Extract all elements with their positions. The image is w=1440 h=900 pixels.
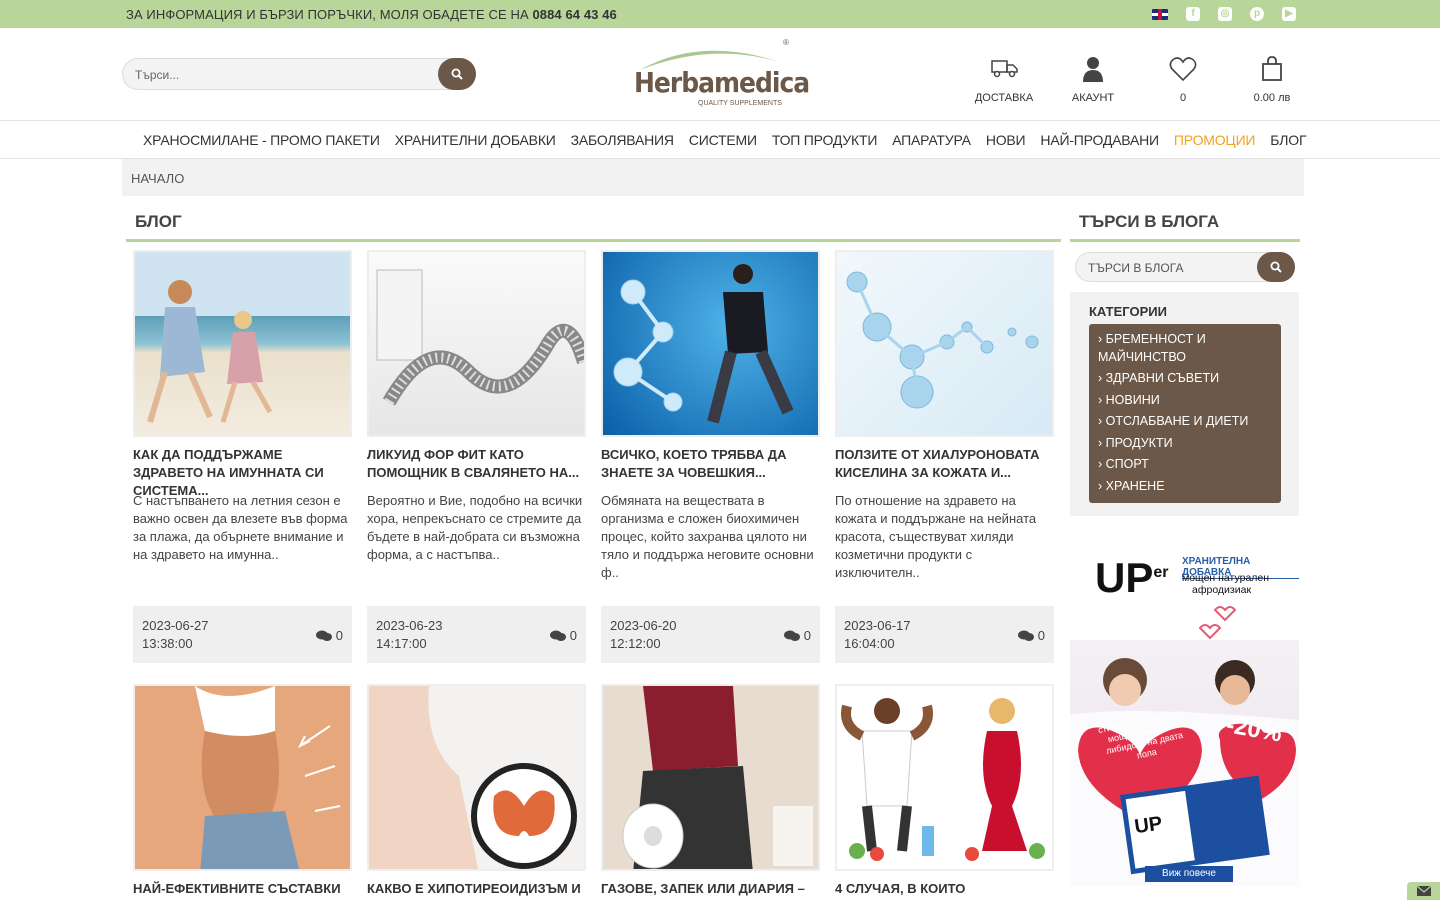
envelope-icon (1416, 886, 1431, 896)
category-item-sport[interactable]: › СПОРТ (1098, 456, 1272, 474)
pinterest-icon[interactable]: p (1250, 7, 1264, 21)
facebook-icon[interactable]: f (1186, 7, 1200, 21)
cart-link[interactable]: 0.00 лв (1228, 54, 1316, 104)
contact-info: ЗА ИНФОРМАЦИЯ И БЪРЗИ ПОРЪЧКИ, МОЛЯ ОБАД… (126, 7, 617, 22)
comments-icon (1017, 630, 1034, 641)
post-excerpt: По отношение на здравето на кожата и под… (835, 493, 1037, 580)
delivery-link[interactable]: ДОСТАВКА (960, 54, 1048, 104)
category-item-products[interactable]: › ПРОДУКТИ (1098, 435, 1272, 453)
search-icon (451, 68, 463, 80)
post-image[interactable] (367, 250, 586, 437)
category-item-weight-loss[interactable]: › ОТСЛАБВАНЕ И ДИЕТИ (1098, 413, 1272, 431)
ad-cta-button[interactable]: Виж повече (1145, 866, 1233, 882)
blog-search-placeholder: ТЪРСИ В БЛОГА (1088, 261, 1184, 275)
post-title[interactable]: 4 СЛУЧАЯ, В КОИТО (835, 880, 1054, 898)
nav-item-blog[interactable]: БЛОГ (1270, 132, 1306, 148)
search-placeholder: Търси... (135, 68, 180, 82)
category-item-news[interactable]: › НОВИНИ (1098, 392, 1272, 410)
search-icon (1270, 261, 1282, 273)
post-title[interactable]: ВСИЧКО, КОЕТО ТРЯБВА ДА ЗНАЕТЕ ЗА ЧОВЕШК… (601, 446, 820, 482)
post-comments[interactable]: 0 (783, 628, 811, 643)
wishlist-link[interactable]: 0 (1138, 54, 1228, 104)
instagram-icon[interactable]: ◎ (1218, 7, 1232, 21)
nav-item-top-products[interactable]: ТОП ПРОДУКТИ (772, 132, 878, 148)
comments-icon (549, 630, 566, 641)
post-meta: 2023-06-20 12:12:00 0 (601, 606, 820, 663)
nav-item-systems[interactable]: СИСТЕМИ (689, 132, 757, 148)
nav-item-devices[interactable]: АПАРАТУРА (892, 132, 971, 148)
post-meta: 2023-06-27 13:38:00 0 (133, 606, 352, 663)
categories-list: › БРЕМЕННОСТ И МАЙЧИНСТВО › ЗДРАВНИ СЪВЕ… (1089, 324, 1281, 503)
category-item-nutrition[interactable]: › ХРАНЕНЕ (1098, 478, 1272, 496)
newsletter-toggle[interactable] (1407, 882, 1440, 900)
logo-text: Herbamedica (634, 66, 810, 99)
user-icon (1083, 57, 1103, 82)
nav-item-bestsellers[interactable]: НАЙ-ПРОДАВАНИ (1040, 132, 1159, 148)
comments-icon (783, 630, 800, 641)
categories-label: КАТЕГОРИИ (1089, 304, 1167, 319)
post-date: 2023-06-27 13:38:00 (142, 618, 209, 651)
post-title[interactable]: ГАЗОВЕ, ЗАПЕК ИЛИ ДИАРИЯ – (601, 880, 820, 898)
post-meta: 2023-06-23 14:17:00 0 (367, 606, 586, 663)
ad-line2: мощен натурален (1182, 572, 1270, 584)
social-links: f ◎ p ▶ (1152, 7, 1296, 21)
post-comments[interactable]: 0 (549, 628, 577, 643)
post-title[interactable]: НАЙ-ЕФЕКТИВНИТЕ СЪСТАВКИ (133, 880, 352, 898)
post-image[interactable] (367, 684, 586, 871)
account-link[interactable]: АКАУНТ (1048, 54, 1138, 104)
post-image[interactable] (601, 250, 820, 437)
post-title[interactable]: ЛИКУИД ФОР ФИТ КАТО ПОМОЩНИК В СВАЛЯНЕТО… (367, 446, 586, 482)
promo-banner[interactable]: UPer ХРАНИТЕЛНА ДОБАВКА мощен натурален … (1070, 540, 1299, 886)
post-title[interactable]: КАКВО Е ХИПОТИРЕОИДИЗЪМ И (367, 880, 586, 898)
ad-brand: UPer (1095, 554, 1169, 601)
blog-search-button[interactable] (1257, 252, 1295, 282)
post-comments[interactable]: 0 (1017, 628, 1045, 643)
search-input[interactable]: Търси... (122, 58, 476, 90)
nav-item-new[interactable]: НОВИ (986, 132, 1026, 148)
english-flag-icon[interactable] (1152, 8, 1168, 20)
post-date: 2023-06-20 12:12:00 (610, 618, 677, 651)
heart-icon (1169, 57, 1197, 82)
category-item-pregnancy[interactable]: › БРЕМЕННОСТ И МАЙЧИНСТВО (1098, 331, 1272, 366)
post-image[interactable] (133, 684, 352, 871)
header-actions: ДОСТАВКА АКАУНТ 0 0.00 лв (960, 54, 1316, 104)
nav-item-supplements[interactable]: ХРАНИТЕЛНИ ДОБАВКИ (395, 132, 556, 148)
category-item-health-tips[interactable]: › ЗДРАВНИ СЪВЕТИ (1098, 370, 1272, 388)
search-button[interactable] (438, 58, 476, 90)
main-navigation: ХРАНОСМИЛАНЕ - ПРОМО ПАКЕТИ ХРАНИТЕЛНИ Д… (0, 122, 1440, 159)
truck-icon (991, 60, 1018, 78)
blog-search-heading: ТЪРСИ В БЛОГА (1070, 208, 1300, 242)
phone-number[interactable]: 0884 64 43 46 (532, 7, 616, 22)
shopping-bag-icon (1262, 56, 1282, 81)
post-image[interactable] (835, 684, 1054, 871)
post-meta: 2023-06-17 16:04:00 0 (835, 606, 1054, 663)
post-title[interactable]: ПОЛЗИТЕ ОТ ХИАЛУРОНОВАТА КИСЕЛИНА ЗА КОЖ… (835, 446, 1054, 482)
site-logo[interactable]: ® Herbamedica QUALITY SUPPLEMENTS (630, 38, 810, 108)
blog-heading: БЛОГ (126, 208, 1061, 242)
breadcrumb-home[interactable]: НАЧАЛО (131, 171, 184, 186)
post-date: 2023-06-17 16:04:00 (844, 618, 911, 651)
blog-search-input[interactable]: ТЪРСИ В БЛОГА (1075, 252, 1295, 282)
ad-line3: афродизиак (1192, 584, 1252, 596)
youtube-icon[interactable]: ▶ (1282, 7, 1296, 21)
post-excerpt: Вероятно и Вие, подобно на всички хора, … (367, 493, 583, 562)
post-image[interactable] (835, 250, 1054, 437)
nav-item-digestion[interactable]: ХРАНОСМИЛАНЕ - ПРОМО ПАКЕТИ (143, 132, 380, 148)
post-date: 2023-06-23 14:17:00 (376, 618, 443, 651)
nav-item-diseases[interactable]: ЗАБОЛЯВАНИЯ (571, 132, 674, 148)
logo-tagline: QUALITY SUPPLEMENTS (698, 100, 782, 107)
site-header: Търси... ® Herbamedica QUALITY SUPPLEMEN… (0, 28, 1440, 121)
post-excerpt: С настъпването на летния сезон е важно о… (133, 493, 348, 562)
categories-panel: КАТЕГОРИИ › БРЕМЕННОСТ И МАЙЧИНСТВО › ЗД… (1070, 292, 1299, 516)
comments-icon (315, 630, 332, 641)
nav-item-promotions[interactable]: ПРОМОЦИИ (1174, 132, 1256, 148)
top-info-bar: ЗА ИНФОРМАЦИЯ И БЪРЗИ ПОРЪЧКИ, МОЛЯ ОБАД… (0, 0, 1440, 28)
post-image[interactable] (601, 684, 820, 871)
breadcrumb: НАЧАЛО (122, 159, 1304, 196)
post-excerpt: Обмяната на веществата в организма е сло… (601, 493, 814, 580)
post-image[interactable] (133, 250, 352, 437)
svg-text:UP: UP (1133, 813, 1164, 839)
post-comments[interactable]: 0 (315, 628, 343, 643)
